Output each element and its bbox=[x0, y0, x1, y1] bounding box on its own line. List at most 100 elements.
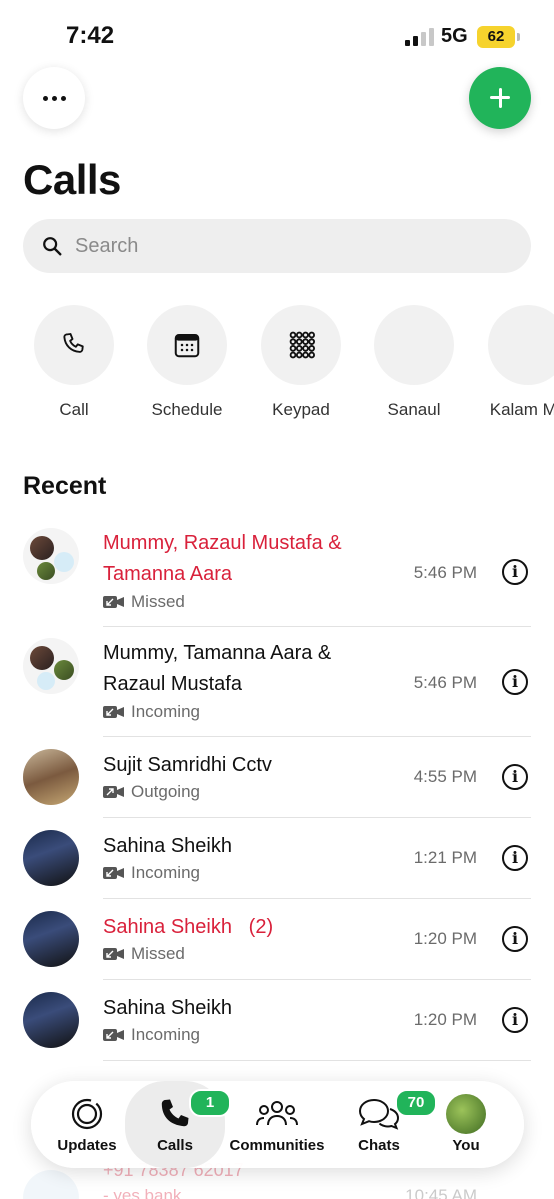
tab-label: Chats bbox=[358, 1137, 400, 1154]
call-type: Missed bbox=[103, 592, 185, 612]
call-row[interactable]: Mummy, Tamanna Aara & Razaul Mustafa Inc… bbox=[0, 638, 554, 738]
quick-action-label: Kalam Mu bbox=[489, 400, 554, 419]
quick-action-label: Keypad bbox=[272, 400, 330, 419]
tab-updates[interactable]: Updates bbox=[37, 1081, 137, 1168]
tab-calls[interactable]: 1 Calls bbox=[125, 1081, 231, 1168]
video-call-outgoing-icon bbox=[103, 786, 124, 798]
call-time: 4:55 PM bbox=[413, 767, 477, 786]
info-icon[interactable]: i bbox=[502, 559, 528, 585]
quick-action-label: Sanaul bbox=[387, 400, 441, 419]
quick-keypad-button[interactable]: Keypad bbox=[246, 305, 356, 420]
quick-action-label: Schedule bbox=[151, 400, 223, 419]
divider bbox=[103, 736, 531, 737]
tab-label: Calls bbox=[157, 1137, 193, 1154]
tab-you[interactable]: You bbox=[416, 1081, 516, 1168]
contact-avatar bbox=[23, 830, 79, 886]
contact-avatar bbox=[23, 749, 79, 805]
divider bbox=[103, 626, 531, 627]
divider bbox=[103, 817, 531, 818]
caller-name: Mummy, Razaul Mustafa & Tamanna Aara bbox=[103, 532, 342, 585]
tab-communities[interactable]: Communities bbox=[227, 1081, 327, 1168]
call-row[interactable]: Sujit Samridhi Cctv Outgoing 4:55 PM i bbox=[0, 748, 554, 818]
call-type-label: Outgoing bbox=[131, 782, 200, 801]
info-icon[interactable]: i bbox=[502, 926, 528, 952]
updates-icon bbox=[71, 1098, 103, 1130]
quick-schedule-button[interactable]: Schedule bbox=[132, 305, 242, 420]
more-options-button[interactable] bbox=[23, 67, 85, 129]
info-icon[interactable]: i bbox=[502, 669, 528, 695]
call-type: Incoming bbox=[103, 863, 200, 883]
call-time: 1:20 PM bbox=[413, 1010, 477, 1029]
group-avatar bbox=[23, 638, 79, 694]
call-type-label: Missed bbox=[131, 944, 185, 963]
quick-call-button[interactable]: Call bbox=[19, 305, 129, 420]
divider bbox=[103, 979, 531, 980]
call-time: 1:20 PM bbox=[413, 929, 477, 948]
info-icon[interactable]: i bbox=[502, 845, 528, 871]
search-bar[interactable] bbox=[23, 219, 531, 273]
tab-label: You bbox=[452, 1137, 480, 1154]
search-input[interactable] bbox=[75, 234, 495, 258]
calendar-icon bbox=[174, 334, 200, 358]
status-time: 7:42 bbox=[66, 22, 115, 49]
tab-chats[interactable]: 70 Chats bbox=[329, 1081, 437, 1168]
video-call-incoming-icon bbox=[103, 596, 124, 608]
video-call-incoming-icon bbox=[103, 948, 124, 960]
call-row[interactable]: Sahina Sheikh Incoming 1:20 PM i bbox=[0, 991, 554, 1061]
divider bbox=[103, 1060, 531, 1061]
group-avatar bbox=[23, 528, 79, 584]
caller-subtitle: - yes bank bbox=[103, 1186, 182, 1199]
call-type: Outgoing bbox=[103, 782, 200, 802]
page-title: Calls bbox=[23, 156, 121, 203]
call-time: 10:45 AM bbox=[405, 1186, 477, 1199]
battery-icon: 62 bbox=[477, 26, 520, 48]
call-time: 5:46 PM bbox=[413, 673, 477, 692]
contact-avatar bbox=[23, 1170, 79, 1199]
contact-avatar bbox=[23, 992, 79, 1048]
caller-name: Sahina Sheikh bbox=[103, 835, 232, 857]
caller-name: Mummy, Tamanna Aara & Razaul Mustafa bbox=[103, 642, 332, 695]
call-type-label: Incoming bbox=[131, 1025, 200, 1044]
quick-action-label: Call bbox=[59, 400, 89, 419]
recent-heading: Recent bbox=[23, 472, 107, 500]
quick-contact-sanaul[interactable]: Sanaul bbox=[359, 305, 469, 420]
call-time: 5:46 PM bbox=[413, 563, 477, 582]
info-icon[interactable]: i bbox=[502, 764, 528, 790]
quick-contact-kalam[interactable]: Kalam Mu bbox=[473, 305, 554, 420]
call-type: Incoming bbox=[103, 702, 200, 722]
profile-avatar bbox=[446, 1094, 486, 1134]
new-call-button[interactable] bbox=[469, 67, 531, 129]
calls-badge: 1 bbox=[189, 1089, 231, 1117]
phone-icon bbox=[63, 333, 84, 353]
divider bbox=[103, 898, 531, 899]
signal-icon bbox=[405, 28, 434, 46]
tab-label: Communities bbox=[229, 1137, 325, 1154]
info-icon[interactable]: i bbox=[502, 1007, 528, 1033]
communities-icon bbox=[256, 1101, 298, 1126]
caller-name: Sahina Sheikh (2) bbox=[103, 916, 274, 938]
caller-name: Sujit Samridhi Cctv bbox=[103, 754, 272, 776]
network-type: 5G bbox=[441, 25, 468, 47]
call-row[interactable]: Mummy, Razaul Mustafa & Tamanna Aara Mis… bbox=[0, 528, 554, 628]
call-type: Missed bbox=[103, 944, 185, 964]
contact-avatar bbox=[23, 911, 79, 967]
call-type-label: Incoming bbox=[131, 702, 200, 721]
status-bar: 7:42 5G 62 bbox=[0, 0, 554, 60]
video-call-incoming-icon bbox=[103, 706, 124, 718]
call-type: Incoming bbox=[103, 1025, 200, 1045]
call-row[interactable]: Sahina Sheikh Incoming 1:21 PM i bbox=[0, 829, 554, 899]
quick-actions: Call Schedule Keypad Sanaul Kalam Mu bbox=[0, 305, 554, 425]
keypad-icon bbox=[289, 331, 316, 359]
call-time: 1:21 PM bbox=[413, 848, 477, 867]
call-type-label: Missed bbox=[131, 592, 185, 611]
search-icon bbox=[43, 237, 62, 256]
tab-label: Updates bbox=[57, 1137, 117, 1154]
video-call-incoming-icon bbox=[103, 867, 124, 879]
call-type-label: Incoming bbox=[131, 863, 200, 882]
contact-photo bbox=[488, 305, 554, 385]
bottom-tab-bar: Updates 1 Calls Communities 70 Chats You bbox=[31, 1081, 524, 1168]
contact-photo bbox=[374, 305, 454, 385]
call-row[interactable]: Sahina Sheikh (2) Missed 1:20 PM i bbox=[0, 910, 554, 980]
video-call-incoming-icon bbox=[103, 1029, 124, 1041]
caller-name: Sahina Sheikh bbox=[103, 997, 232, 1019]
